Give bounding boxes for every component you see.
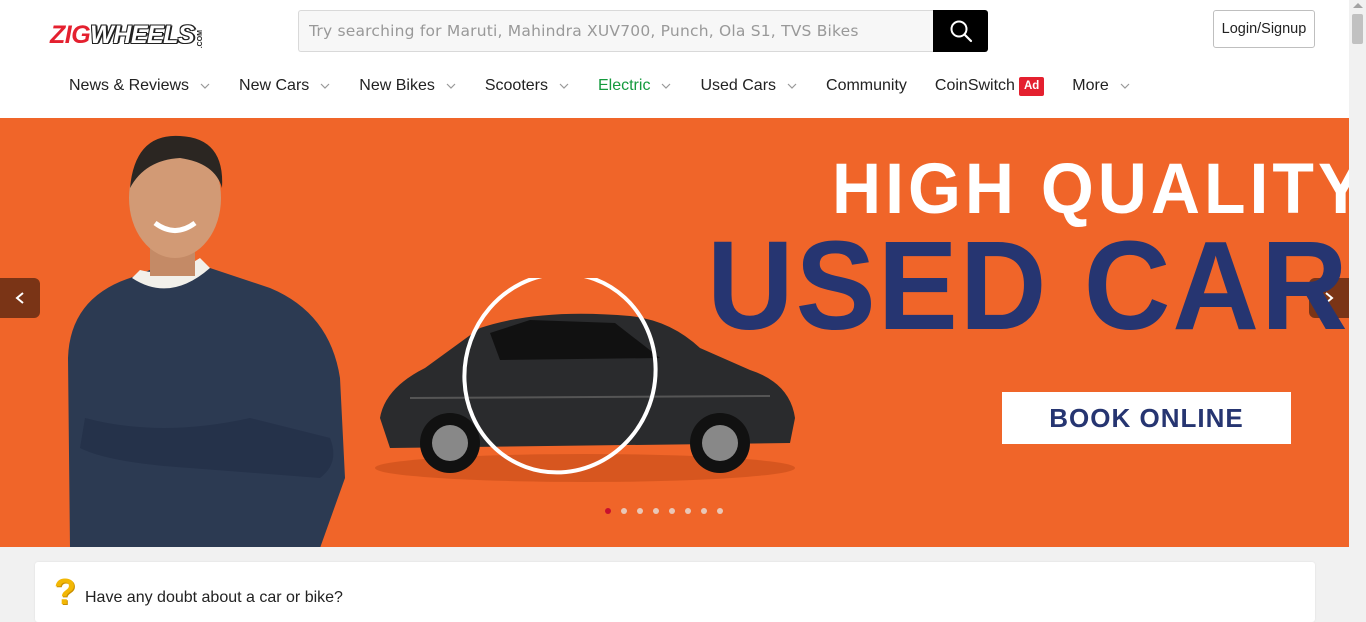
question-mark-icon: ? (54, 571, 76, 612)
chevron-down-icon (446, 83, 456, 89)
chevron-down-icon (200, 83, 210, 89)
brand-ambassador-image (68, 135, 345, 547)
nav-label: CoinSwitch (934, 77, 1015, 94)
carousel-dot[interactable] (605, 508, 611, 514)
search-button[interactable] (933, 10, 988, 52)
nav-item-coinswitch[interactable]: CoinSwitch Ad (921, 66, 1058, 106)
nav-item-new-bikes[interactable]: New Bikes (345, 66, 471, 106)
nav-item-community[interactable]: Community (812, 66, 921, 106)
scrollbar-thumb[interactable] (1352, 14, 1363, 44)
logo-suffix: .COM (197, 29, 205, 48)
main-nav: News & Reviews New Cars New Bikes Scoote… (55, 66, 1145, 106)
nav-item-electric[interactable]: Electric (584, 66, 686, 106)
search-icon (950, 20, 972, 43)
carousel-dot[interactable] (653, 508, 659, 514)
nav-item-news-reviews[interactable]: News & Reviews (55, 66, 225, 106)
nav-item-more[interactable]: More (1058, 66, 1144, 106)
logo-text-primary: ZIG (50, 21, 91, 49)
nav-label: New Bikes (359, 77, 435, 94)
nav-item-new-cars[interactable]: New Cars (225, 66, 345, 106)
ad-badge: Ad (1018, 76, 1045, 96)
chevron-down-icon (1120, 83, 1130, 89)
carousel-dots (605, 508, 723, 514)
nav-label: More (1072, 77, 1109, 94)
book-online-button[interactable]: BOOK ONLINE (1002, 392, 1291, 444)
nav-label: Community (826, 77, 907, 94)
carousel-dot[interactable] (669, 508, 675, 514)
nav-item-used-cars[interactable]: Used Cars (686, 66, 812, 106)
site-header: ZIGWHEELS.COM Login/Signup News & Review… (0, 0, 1349, 118)
chevron-down-icon (662, 83, 671, 89)
carousel-dot[interactable] (701, 508, 707, 514)
carousel-dot[interactable] (637, 508, 643, 514)
search-bar (298, 10, 988, 52)
carousel-dot[interactable] (621, 508, 627, 514)
nav-label: Electric (597, 77, 651, 94)
search-input[interactable] (298, 10, 933, 52)
carousel-dot[interactable] (717, 508, 723, 514)
nav-label: Used Cars (700, 77, 777, 94)
chevron-left-icon (15, 292, 24, 304)
page-scrollbar[interactable] (1349, 0, 1366, 612)
carousel-dot[interactable] (685, 508, 691, 514)
logo-text-secondary: WHEELS (90, 21, 195, 49)
nav-item-scooters[interactable]: Scooters (471, 66, 584, 106)
nav-label: New Cars (239, 77, 310, 94)
login-signup-button[interactable]: Login/Signup (1213, 10, 1315, 48)
nav-label: Scooters (484, 77, 548, 94)
carousel-prev-button[interactable] (0, 278, 40, 318)
chevron-down-icon (559, 83, 569, 89)
chevron-down-icon (320, 83, 330, 89)
banner-headline-secondary: USED CARS (707, 215, 1366, 357)
question-card-title: Have any doubt about a car or bike? (85, 589, 343, 606)
nav-label: News & Reviews (69, 77, 190, 94)
chevron-down-icon (787, 83, 797, 89)
scroll-up-arrow-icon[interactable] (1353, 3, 1363, 8)
zigwheels-logo[interactable]: ZIG WHEELS .COM (50, 22, 205, 48)
